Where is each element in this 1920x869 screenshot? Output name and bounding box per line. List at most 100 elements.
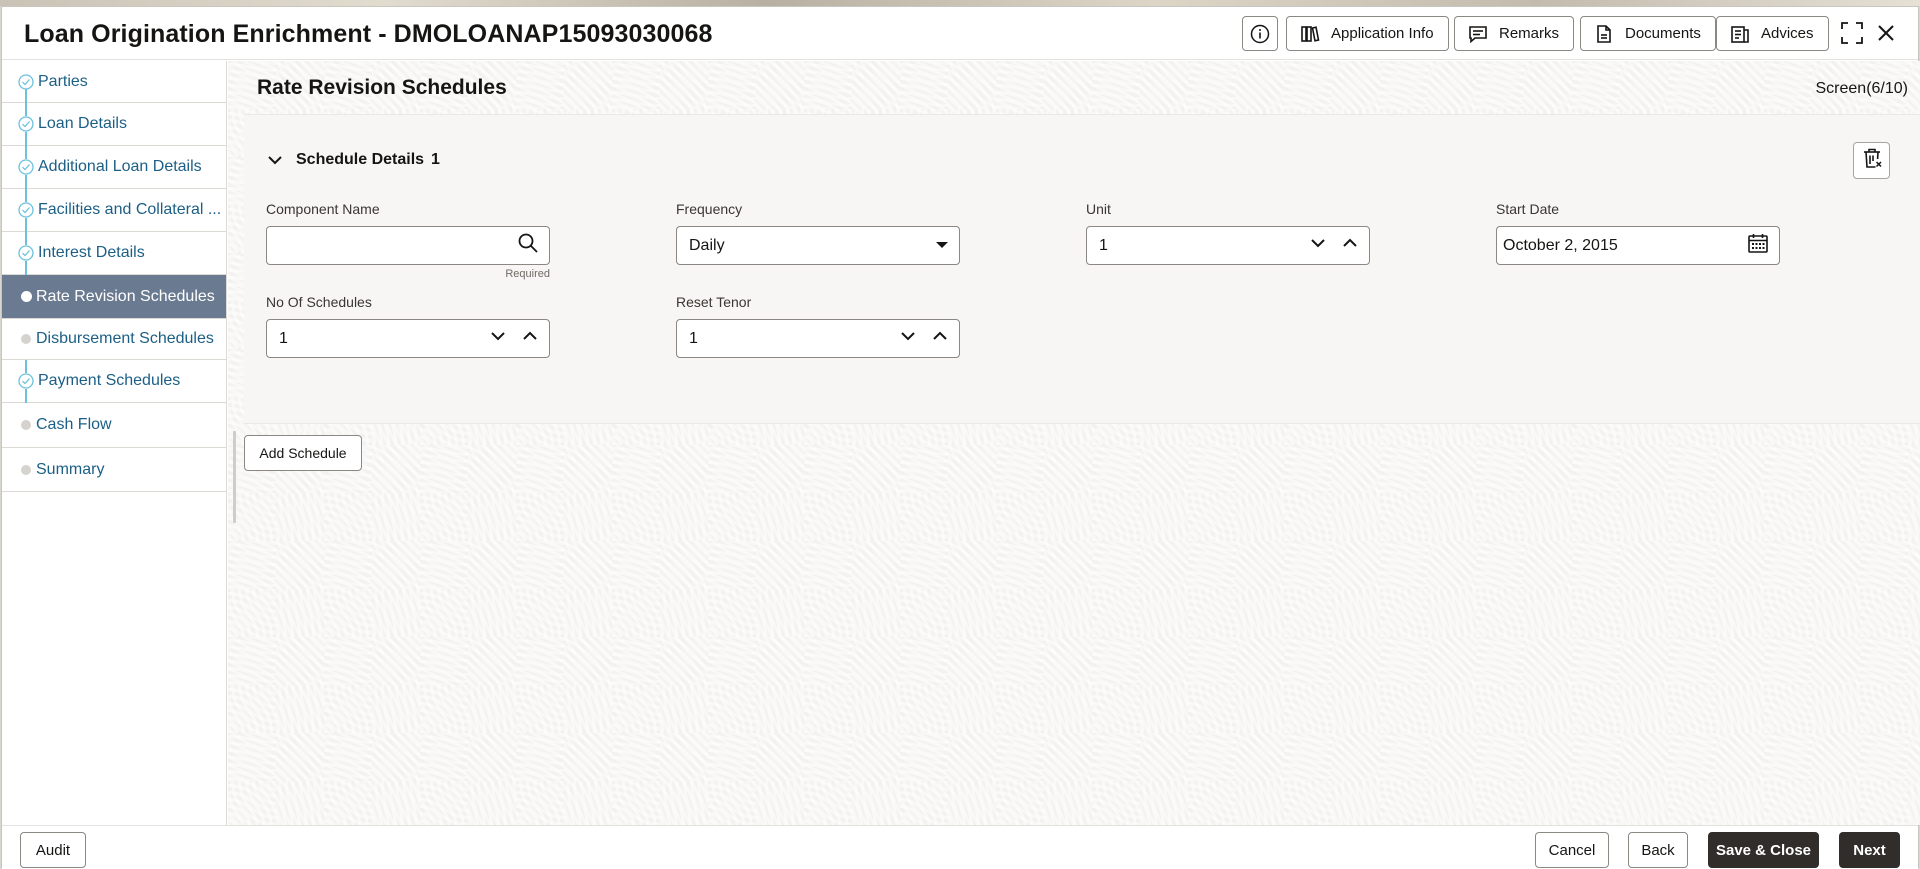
- sidebar-item-cash-flow[interactable]: Cash Flow: [2, 403, 226, 448]
- pending-step-dot: [18, 462, 34, 478]
- cancel-button[interactable]: Cancel: [1535, 832, 1609, 868]
- info-button[interactable]: [1242, 16, 1278, 51]
- screen-indicator: Screen(6/10): [1815, 80, 1909, 97]
- unit-value: 1: [1099, 236, 1108, 254]
- sidebar-item-label: Payment Schedules: [38, 372, 181, 389]
- increment-chevron-up-icon[interactable]: [931, 327, 949, 350]
- save-and-close-button[interactable]: Save & Close: [1708, 832, 1819, 868]
- no-of-schedules-stepper[interactable]: 1: [266, 319, 550, 358]
- reset-tenor-value: 1: [689, 329, 698, 347]
- reset-tenor-stepper[interactable]: 1: [676, 319, 960, 358]
- application-info-label: Application Info: [1331, 25, 1434, 42]
- increment-chevron-up-icon[interactable]: [1341, 234, 1359, 257]
- app-window: Loan Origination Enrichment - DMOLOANAP1…: [1, 6, 1920, 869]
- check-circle-icon: [18, 159, 34, 175]
- info-icon: [1249, 23, 1271, 45]
- required-hint: Required: [505, 268, 550, 280]
- advices-button[interactable]: Advices: [1716, 16, 1829, 51]
- maximize-icon[interactable]: [1838, 19, 1866, 47]
- decrement-chevron-down-icon[interactable]: [489, 327, 507, 350]
- document-icon: [1593, 23, 1615, 45]
- sidebar-item-label: Additional Loan Details: [38, 158, 202, 175]
- sidebar-item-summary[interactable]: Summary: [2, 448, 226, 492]
- pending-step-dot: [18, 417, 34, 433]
- reset-tenor-field: Reset Tenor 1: [676, 294, 960, 358]
- no-of-schedules-field: No Of Schedules 1: [266, 294, 550, 358]
- check-circle-icon: [18, 245, 34, 261]
- schedule-details-panel: Schedule Details 1 Component Name Requir…: [244, 114, 1920, 424]
- sidebar-item-interest-details[interactable]: Interest Details: [2, 232, 226, 275]
- unit-label: Unit: [1086, 201, 1111, 217]
- advice-document-icon: [1729, 23, 1751, 45]
- panel-resize-handle[interactable]: [233, 431, 236, 523]
- sidebar-item-label: Cash Flow: [36, 416, 112, 433]
- sidebar-item-label: Facilities and Collateral ...: [38, 201, 222, 218]
- back-button[interactable]: Back: [1628, 832, 1688, 868]
- frequency-select[interactable]: Daily: [676, 226, 960, 265]
- header: Loan Origination Enrichment - DMOLOANAP1…: [2, 7, 1918, 60]
- check-circle-icon: [18, 373, 34, 389]
- comment-icon: [1467, 23, 1489, 45]
- frequency-label: Frequency: [676, 201, 743, 217]
- books-icon: [1299, 23, 1321, 45]
- sidebar-item-loan-details[interactable]: Loan Details: [2, 103, 226, 146]
- remarks-label: Remarks: [1499, 25, 1560, 42]
- sidebar-item-label: Summary: [36, 460, 105, 478]
- sidebar-item-disbursement-schedules[interactable]: Disbursement Schedules: [2, 319, 226, 360]
- section-title: Schedule Details: [296, 151, 425, 168]
- chevron-down-icon: [266, 151, 284, 169]
- reset-tenor-label: Reset Tenor: [676, 294, 752, 310]
- check-circle-icon: [18, 73, 34, 90]
- page-header-title: Loan Origination Enrichment - DMOLOANAP1…: [24, 20, 713, 48]
- sidebar-item-label: Disbursement Schedules: [36, 330, 214, 347]
- add-schedule-button[interactable]: Add Schedule: [244, 435, 362, 471]
- frequency-field: Frequency Daily: [676, 201, 960, 265]
- calendar-icon[interactable]: [1747, 232, 1769, 259]
- sidebar-item-label: Loan Details: [38, 115, 127, 132]
- audit-button[interactable]: Audit: [20, 832, 86, 868]
- component-name-field: Component Name Required: [266, 201, 550, 280]
- remarks-button[interactable]: Remarks: [1454, 16, 1575, 51]
- unit-stepper[interactable]: 1: [1086, 226, 1370, 265]
- train-stop-sidebar: Parties Loan Details Additional Loan Det…: [2, 61, 227, 825]
- delete-icon: [1861, 147, 1883, 174]
- frequency-value: Daily: [689, 236, 725, 254]
- sidebar-item-label: Parties: [38, 72, 88, 90]
- sidebar-item-parties[interactable]: Parties: [2, 61, 226, 104]
- component-name-input[interactable]: [266, 226, 550, 265]
- search-icon[interactable]: [517, 232, 539, 259]
- sidebar-item-label: Rate Revision Schedules: [36, 287, 215, 305]
- pending-step-dot: [18, 331, 34, 347]
- sidebar-item-label: Interest Details: [38, 244, 145, 261]
- footer: Audit Cancel Back Save & Close Next: [2, 825, 1918, 869]
- sidebar-item-rate-revision-schedules[interactable]: Rate Revision Schedules: [2, 275, 226, 319]
- section-index: 1: [431, 151, 440, 168]
- current-step-dot: [18, 289, 34, 305]
- documents-label: Documents: [1625, 25, 1701, 42]
- next-button[interactable]: Next: [1839, 832, 1900, 868]
- decrement-chevron-down-icon[interactable]: [899, 327, 917, 350]
- component-name-label: Component Name: [266, 201, 380, 217]
- start-date-input[interactable]: October 2, 2015: [1496, 226, 1780, 265]
- documents-button[interactable]: Documents: [1580, 16, 1716, 51]
- increment-chevron-up-icon[interactable]: [521, 327, 539, 350]
- page-title: Rate Revision Schedules: [257, 76, 507, 99]
- unit-field: Unit 1: [1086, 201, 1370, 265]
- delete-schedule-button[interactable]: [1853, 142, 1890, 179]
- caret-down-icon: [935, 237, 949, 255]
- application-info-button[interactable]: Application Info: [1286, 16, 1449, 51]
- decrement-chevron-down-icon[interactable]: [1309, 234, 1327, 257]
- check-circle-icon: [18, 116, 34, 132]
- sidebar-item-additional-loan-details[interactable]: Additional Loan Details: [2, 146, 226, 189]
- main-content: Rate Revision Schedules Screen(6/10) Sch…: [228, 61, 1920, 825]
- start-date-field: Start Date October 2, 2015: [1496, 201, 1780, 265]
- close-icon[interactable]: [1872, 19, 1900, 47]
- sidebar-item-facilities-and-collateral[interactable]: Facilities and Collateral ...: [2, 189, 226, 232]
- advices-label: Advices: [1761, 25, 1814, 42]
- progress-line: [25, 89, 27, 104]
- sidebar-item-payment-schedules[interactable]: Payment Schedules: [2, 360, 226, 403]
- no-of-schedules-value: 1: [279, 329, 288, 347]
- check-circle-icon: [18, 202, 34, 218]
- no-of-schedules-label: No Of Schedules: [266, 294, 372, 310]
- schedule-details-toggle[interactable]: Schedule Details 1: [266, 151, 440, 169]
